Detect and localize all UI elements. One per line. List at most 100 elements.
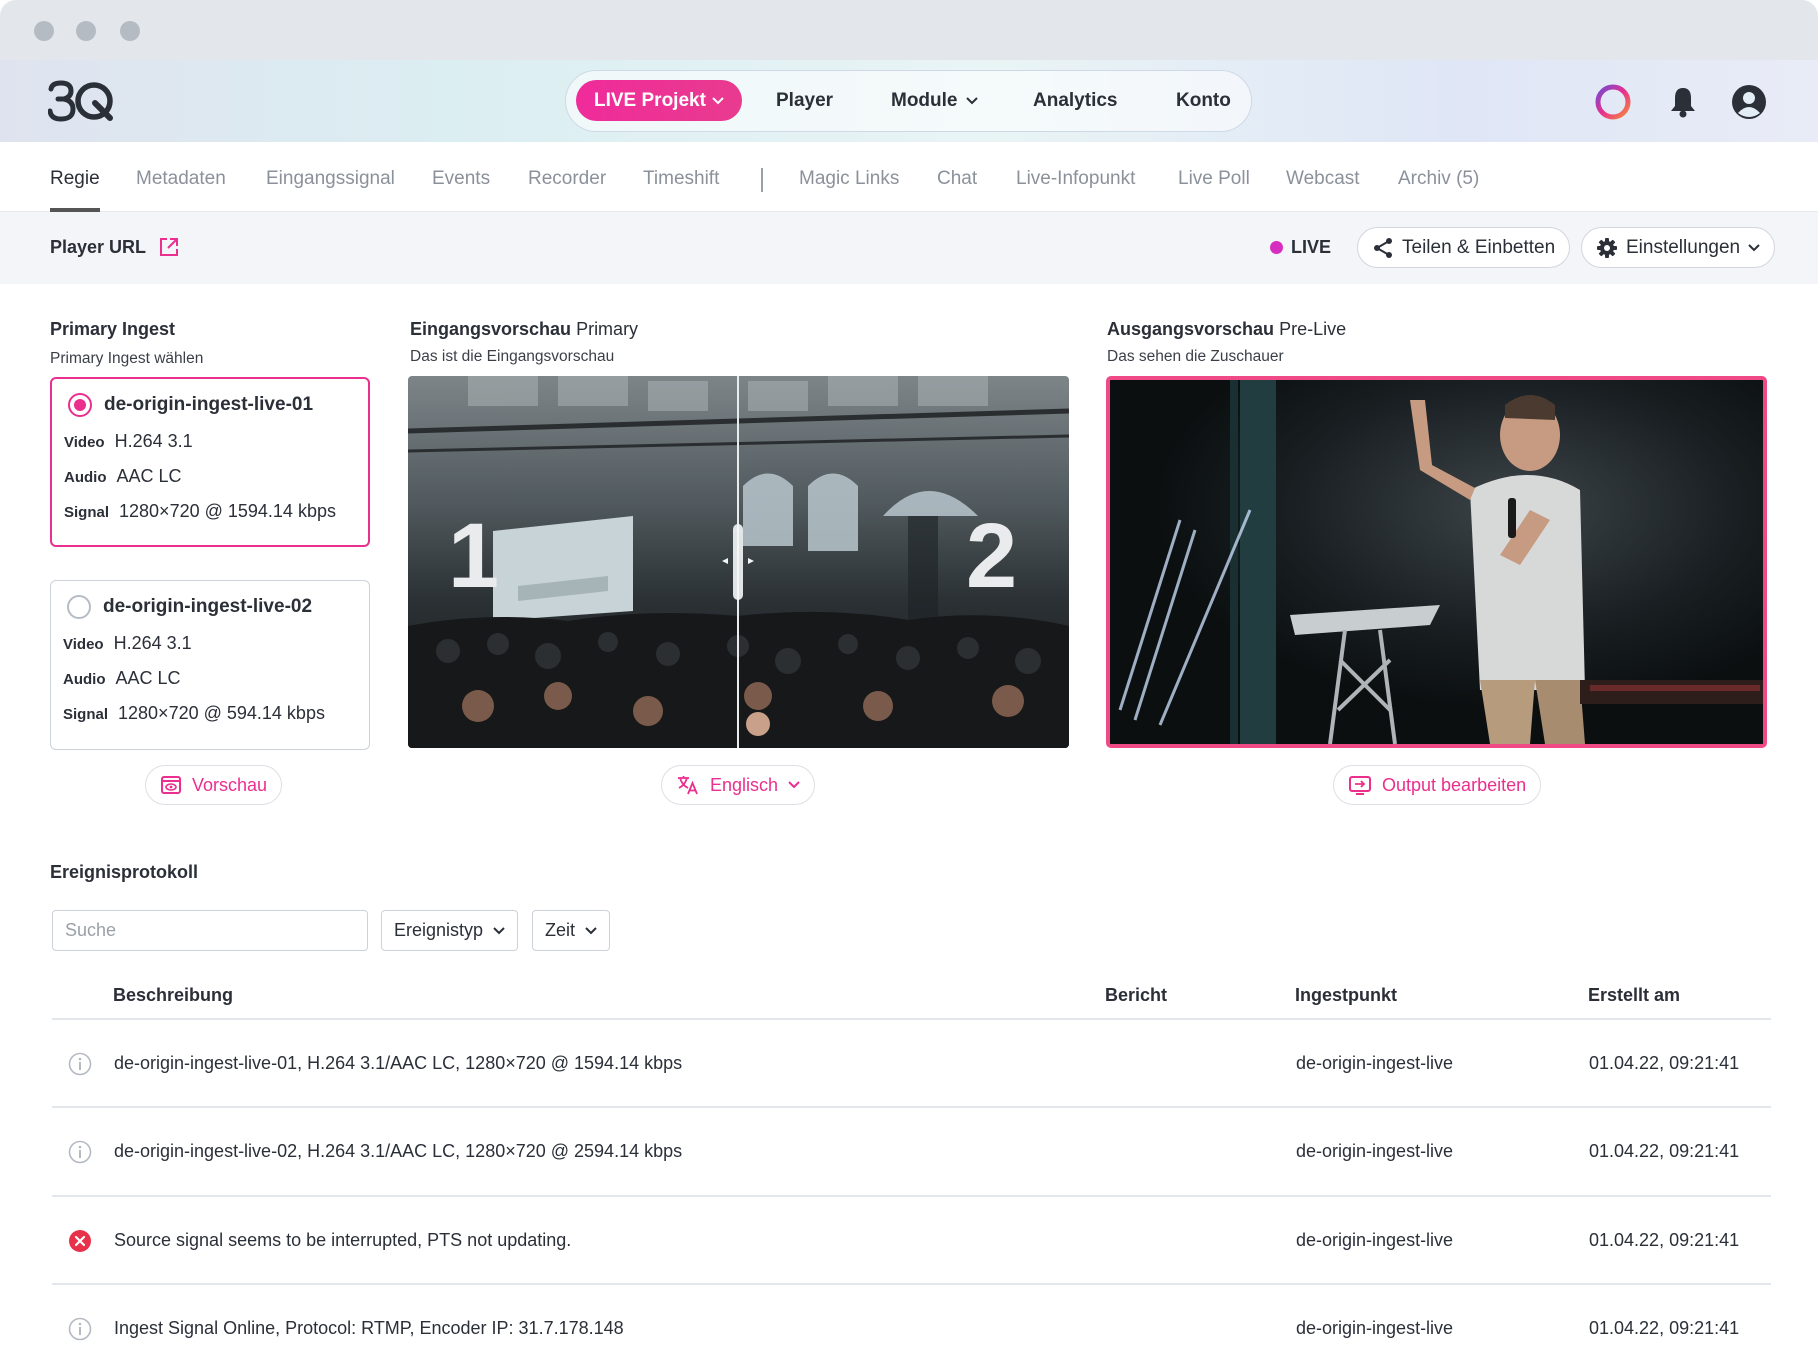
tab-magic-links[interactable]: Magic Links	[799, 168, 899, 190]
tab-regie[interactable]: Regie	[50, 168, 100, 212]
info-icon	[68, 1140, 92, 1164]
row-divider	[52, 1195, 1771, 1197]
nav-player[interactable]: Player	[776, 71, 833, 131]
row-ingest: de-origin-ingest-live	[1296, 1141, 1454, 1161]
audio-label: Audio	[64, 469, 107, 486]
row-description: de-origin-ingest-live-02, H.264 3.1/AAC …	[114, 1141, 683, 1161]
row-description: Ingest Signal Online, Protocol: RTMP, En…	[114, 1318, 624, 1338]
output-edit-label: Output bearbeiten	[1382, 774, 1527, 795]
bell-icon[interactable]	[1664, 83, 1702, 121]
table-header-divider	[52, 1018, 1771, 1020]
tab-metadaten[interactable]: Metadaten	[136, 168, 226, 190]
row-ingest: de-origin-ingest-live	[1296, 1230, 1454, 1250]
time-filter-label: Zeit	[545, 920, 576, 940]
row-created: 01.04.22, 09:21:41	[1589, 1141, 1740, 1161]
live-project-label: LIVE Projekt	[594, 89, 706, 111]
row-description: de-origin-ingest-live-01, H.264 3.1/AAC …	[114, 1053, 683, 1073]
live-project-button[interactable]: LIVE Projekt	[576, 80, 742, 121]
search-input[interactable]	[52, 910, 368, 951]
compare-label-right: 2	[966, 505, 1018, 607]
tab-events[interactable]: Events	[432, 168, 490, 190]
live-status-label: LIVE	[1291, 237, 1332, 257]
speaker-image	[1110, 380, 1763, 744]
top-navigation: LIVE Projekt Player Module Analytics Kon…	[0, 60, 1818, 142]
share-embed-button[interactable]: Teilen & Einbetten	[1357, 227, 1571, 268]
window-close-dot[interactable]	[34, 21, 54, 41]
chevron-down-icon	[788, 781, 800, 789]
settings-label: Einstellungen	[1626, 236, 1741, 258]
output-preview-subheading: Das sehen die Zuschauer	[1107, 348, 1284, 365]
input-preview-subheading: Das ist die Eingangsvorschau	[410, 348, 615, 365]
column-header-created[interactable]: Erstellt am	[1588, 985, 1680, 1006]
main-nav-pill: LIVE Projekt Player Module Analytics Kon…	[565, 70, 1252, 132]
radio-unselected[interactable]	[67, 595, 91, 619]
row-description: Source signal seems to be interrupted, P…	[114, 1230, 572, 1250]
player-url-link[interactable]: Player URL	[50, 236, 180, 258]
tab-archiv[interactable]: Archiv (5)	[1398, 168, 1479, 190]
ingest-card-02[interactable]: de-origin-ingest-live-02 Video H.264 3.1 …	[50, 580, 370, 750]
info-icon	[68, 1052, 92, 1076]
preview-button[interactable]: Vorschau	[145, 765, 283, 805]
window-maximize-dot[interactable]	[120, 21, 140, 41]
event-log-heading: Ereignisprotokoll	[50, 862, 199, 882]
nav-konto[interactable]: Konto	[1176, 71, 1231, 131]
nav-player-label: Player	[776, 90, 834, 111]
input-preview-heading-light: Primary	[576, 319, 639, 339]
share-embed-label: Teilen & Einbetten	[1402, 236, 1556, 258]
time-filter[interactable]: Zeit	[532, 910, 611, 951]
input-preview-heading-bold: Eingangsvorschau	[410, 319, 572, 339]
nav-analytics[interactable]: Analytics	[1033, 71, 1117, 131]
ingest-card-name: de-origin-ingest-live-01	[104, 394, 314, 415]
output-icon	[1349, 776, 1371, 795]
event-type-filter[interactable]: Ereignistyp	[381, 910, 519, 951]
tab-eingangssignal[interactable]: Eingangssignal	[266, 168, 395, 190]
audio-value: AAC LC	[115, 668, 181, 688]
external-link-icon	[160, 238, 179, 256]
signal-label: Signal	[63, 706, 109, 723]
video-label: Video	[63, 636, 104, 653]
row-divider	[52, 1283, 1771, 1285]
event-type-filter-label: Ereignistyp	[394, 920, 484, 940]
tab-live-infopunkt[interactable]: Live-Infopunkt	[1016, 168, 1135, 190]
column-header-report[interactable]: Bericht	[1105, 985, 1167, 1006]
status-ring-icon[interactable]	[1594, 83, 1632, 121]
info-icon	[68, 1317, 92, 1341]
ingest-card-01[interactable]: de-origin-ingest-live-01 Video H.264 3.1 …	[50, 377, 370, 547]
row-ingest: de-origin-ingest-live	[1296, 1053, 1454, 1073]
output-preview-video[interactable]	[1106, 376, 1767, 748]
column-header-description[interactable]: Beschreibung	[113, 985, 233, 1006]
window-titlebar	[0, 0, 1818, 60]
language-button[interactable]: Englisch	[661, 765, 816, 805]
tab-chat[interactable]: Chat	[937, 168, 977, 190]
radio-selected[interactable]	[68, 393, 92, 417]
output-preview-heading-bold: Ausgangsvorschau	[1107, 319, 1275, 339]
share-icon	[1374, 237, 1392, 258]
compare-label-left: 1	[448, 505, 500, 607]
translate-icon	[678, 776, 698, 795]
output-edit-button[interactable]: Output bearbeiten	[1333, 765, 1542, 805]
column-header-ingest[interactable]: Ingestpunkt	[1295, 985, 1397, 1006]
video-value: H.264 3.1	[113, 633, 192, 653]
user-avatar-icon[interactable]	[1730, 83, 1768, 121]
3q-logo[interactable]	[48, 80, 118, 122]
chevron-down-icon	[965, 97, 978, 105]
tab-webcast[interactable]: Webcast	[1286, 168, 1360, 190]
settings-button[interactable]: Einstellungen	[1581, 227, 1776, 268]
video-value: H.264 3.1	[114, 431, 193, 451]
row-divider	[52, 1106, 1771, 1108]
input-preview-video[interactable]: 1 2	[408, 376, 1069, 748]
row-created: 01.04.22, 09:21:41	[1589, 1230, 1740, 1250]
tab-live-poll[interactable]: Live Poll	[1178, 168, 1250, 190]
signal-value: 1280×720 @ 594.14 kbps	[118, 703, 325, 723]
tab-separator	[761, 168, 763, 192]
chevron-down-icon	[712, 96, 724, 104]
audio-value: AAC LC	[116, 466, 182, 486]
nav-module[interactable]: Module	[891, 71, 978, 131]
signal-value: 1280×720 @ 1594.14 kbps	[119, 501, 336, 521]
player-url-label: Player URL	[50, 236, 147, 257]
section-tabs: Regie Metadaten Eingangssignal Events Re…	[0, 142, 1818, 212]
tab-recorder[interactable]: Recorder	[528, 168, 606, 190]
preview-button-label: Vorschau	[192, 774, 268, 795]
window-minimize-dot[interactable]	[76, 21, 96, 41]
tab-timeshift[interactable]: Timeshift	[643, 168, 719, 190]
